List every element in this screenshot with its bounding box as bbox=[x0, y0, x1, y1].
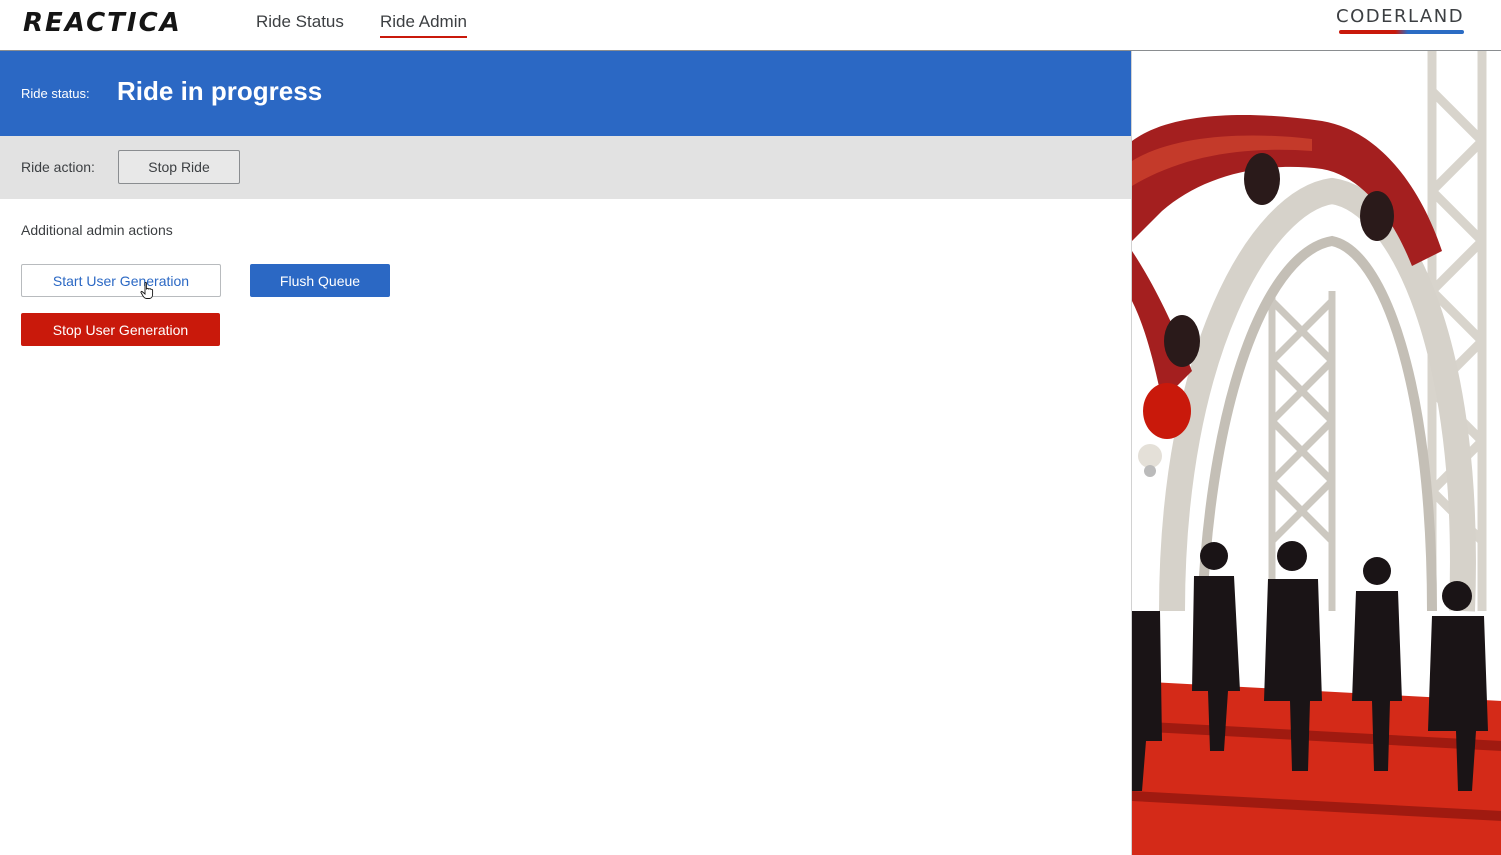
ride-action-label: Ride action: bbox=[21, 159, 95, 175]
start-user-generation-button[interactable]: Start User Generation bbox=[21, 264, 221, 297]
roller-coaster-image bbox=[1132, 51, 1501, 855]
ride-action-bar: Ride action: Stop Ride bbox=[0, 136, 1131, 199]
stop-ride-button[interactable]: Stop Ride bbox=[118, 150, 240, 184]
nav-ride-status[interactable]: Ride Status bbox=[256, 12, 344, 32]
ride-status-value: Ride in progress bbox=[117, 76, 323, 106]
coderland-logo-text: CODERLAND bbox=[1336, 6, 1465, 27]
coderland-logo-stripe bbox=[1339, 30, 1464, 34]
nav-ride-admin[interactable]: Ride Admin bbox=[380, 12, 467, 38]
stop-user-generation-button[interactable]: Stop User Generation bbox=[21, 313, 220, 346]
brand-logo-reactica[interactable]: REACTICA bbox=[23, 8, 182, 38]
hand-pointer-cursor-icon bbox=[140, 282, 154, 299]
ride-status-banner: Ride status: Ride in progress bbox=[0, 51, 1131, 136]
coderland-logo: CODERLAND bbox=[1336, 6, 1466, 36]
top-nav-bar: REACTICA Ride Status Ride Admin CODERLAN… bbox=[0, 0, 1501, 51]
ride-status-label: Ride status: bbox=[21, 86, 90, 101]
coaster-illustration bbox=[1131, 51, 1501, 855]
flush-queue-button[interactable]: Flush Queue bbox=[250, 264, 390, 297]
admin-actions-heading: Additional admin actions bbox=[21, 222, 173, 238]
